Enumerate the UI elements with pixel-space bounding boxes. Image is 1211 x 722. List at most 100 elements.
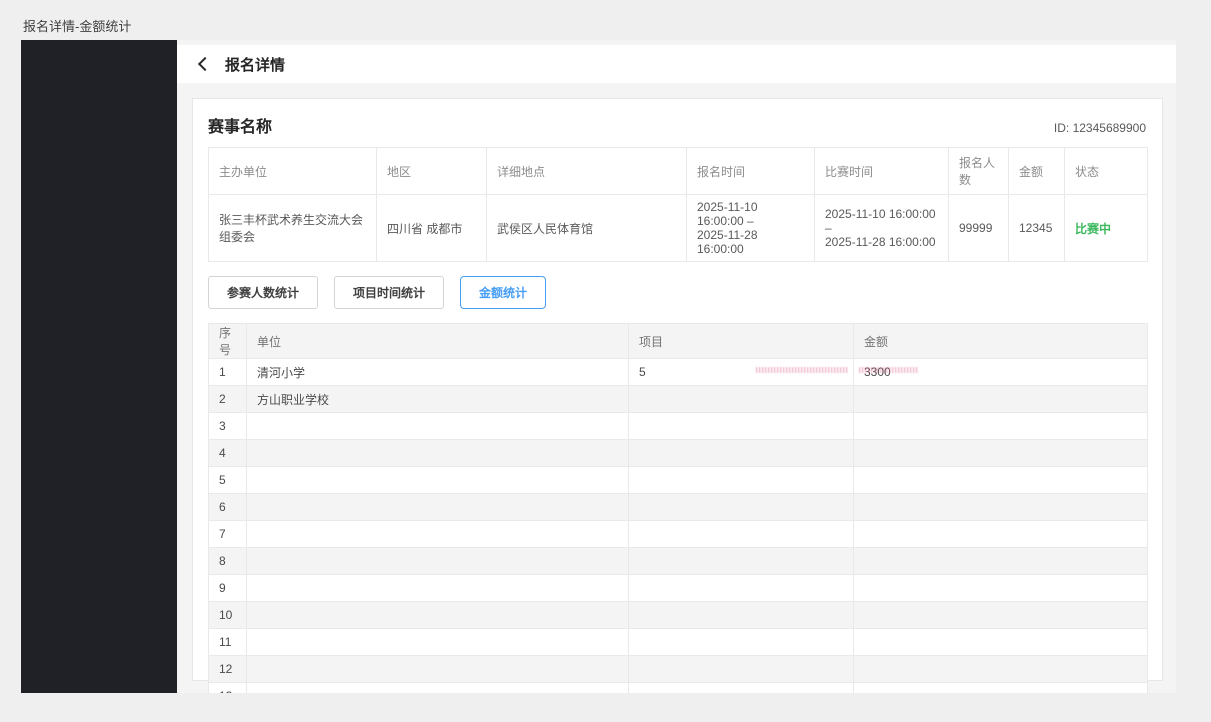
app-window: 报名详情 赛事名称 ID: 12345689900 主办单位 地区 详细地点 xyxy=(21,40,1176,693)
stats-cell-project xyxy=(629,683,854,694)
chevron-left-icon xyxy=(198,57,212,71)
tab-project-time-stats[interactable]: 项目时间统计 xyxy=(334,276,444,309)
topbar-title: 报名详情 xyxy=(225,54,285,75)
match-time-line2: 2025-11-28 16:00:00 xyxy=(825,235,938,249)
amount-cell: 12345 xyxy=(1009,195,1065,262)
stats-cell-amount xyxy=(854,467,1148,494)
match-time-line1: 2025-11-10 16:00:00 – xyxy=(825,207,938,235)
stats-cell-amount xyxy=(854,683,1148,694)
main-content: 报名详情 赛事名称 ID: 12345689900 主办单位 地区 详细地点 xyxy=(177,40,1176,693)
stats-table-row: 10 xyxy=(209,602,1148,629)
stats-cell-project xyxy=(629,413,854,440)
region-cell: 四川省 成都市 xyxy=(377,195,487,262)
topbar: 报名详情 xyxy=(177,45,1176,83)
stats-cell-no: 6 xyxy=(209,494,247,521)
stats-cell-no: 3 xyxy=(209,413,247,440)
back-button[interactable] xyxy=(197,57,211,71)
stats-cell-project xyxy=(629,386,854,413)
event-detail-card: 赛事名称 ID: 12345689900 主办单位 地区 详细地点 报名时间 比… xyxy=(192,98,1163,681)
stats-table-body: 1清河小学533002方山职业学校345678910111213 xyxy=(209,359,1148,694)
tab-amount-stats[interactable]: 金额统计 xyxy=(460,276,546,309)
sidebar xyxy=(21,40,177,693)
stats-cell-no: 10 xyxy=(209,602,247,629)
stats-table-row: 13 xyxy=(209,683,1148,694)
stats-table-row: 12 xyxy=(209,656,1148,683)
stats-table-row: 2方山职业学校 xyxy=(209,386,1148,413)
col-unit: 单位 xyxy=(247,324,629,359)
col-status: 状态 xyxy=(1065,148,1148,195)
stats-cell-unit xyxy=(247,683,629,694)
stats-cell-project xyxy=(629,494,854,521)
stats-cell-unit xyxy=(247,467,629,494)
stats-cell-project xyxy=(629,602,854,629)
signup-count-cell: 99999 xyxy=(949,195,1009,262)
stats-cell-unit xyxy=(247,656,629,683)
event-id: ID: 12345689900 xyxy=(1054,121,1146,135)
stats-cell-amount xyxy=(854,386,1148,413)
info-data-row: 张三丰杯武术养生交流大会组委会 四川省 成都市 武侯区人民体育馆 2025-11… xyxy=(209,195,1148,262)
stats-cell-no: 9 xyxy=(209,575,247,602)
stats-cell-no: 1 xyxy=(209,359,247,386)
event-name-title: 赛事名称 xyxy=(208,113,272,137)
col-signup-time: 报名时间 xyxy=(687,148,815,195)
col-organizer: 主办单位 xyxy=(209,148,377,195)
col-index: 序号 xyxy=(209,324,247,359)
stats-cell-no: 13 xyxy=(209,683,247,694)
stats-cell-project xyxy=(629,467,854,494)
stats-cell-project xyxy=(629,548,854,575)
stats-cell-project xyxy=(629,521,854,548)
stats-cell-unit xyxy=(247,548,629,575)
stats-cell-unit xyxy=(247,575,629,602)
stats-cell-amount xyxy=(854,413,1148,440)
stats-table-row: 9 xyxy=(209,575,1148,602)
stats-cell-unit xyxy=(247,602,629,629)
col-project: 项目 xyxy=(629,324,854,359)
stats-cell-amount xyxy=(854,521,1148,548)
stats-table-row: 7 xyxy=(209,521,1148,548)
stats-table-container: 序号 单位 项目 金额 1清河小学533002方山职业学校34567891011… xyxy=(208,323,1146,693)
stats-cell-no: 2 xyxy=(209,386,247,413)
stats-table-row: 5 xyxy=(209,467,1148,494)
stats-cell-amount xyxy=(854,548,1148,575)
page-title: 报名详情-金额统计 xyxy=(23,16,131,35)
col-row-amount: 金额 xyxy=(854,324,1148,359)
stats-cell-amount: 3300 xyxy=(854,359,1148,386)
stats-table-row: 6 xyxy=(209,494,1148,521)
stats-table-row: 11 xyxy=(209,629,1148,656)
stats-cell-no: 5 xyxy=(209,467,247,494)
stats-cell-no: 8 xyxy=(209,548,247,575)
stats-cell-no: 7 xyxy=(209,521,247,548)
stats-cell-amount xyxy=(854,440,1148,467)
stats-cell-project: 5 xyxy=(629,359,854,386)
signup-time-cell: 2025-11-10 16:00:00 – 2025-11-28 16:00:0… xyxy=(687,195,815,262)
stat-tabs: 参赛人数统计 项目时间统计 金额统计 xyxy=(208,276,1146,309)
card-header: 赛事名称 ID: 12345689900 xyxy=(208,113,1146,137)
stats-header-row: 序号 单位 项目 金额 xyxy=(209,324,1148,359)
stats-cell-unit xyxy=(247,521,629,548)
col-amount: 金额 xyxy=(1009,148,1065,195)
organizer-cell: 张三丰杯武术养生交流大会组委会 xyxy=(209,195,377,262)
stats-cell-amount xyxy=(854,656,1148,683)
stats-cell-amount xyxy=(854,494,1148,521)
tab-participant-count-stats[interactable]: 参赛人数统计 xyxy=(208,276,318,309)
stats-cell-unit xyxy=(247,629,629,656)
stats-cell-unit: 方山职业学校 xyxy=(247,386,629,413)
stats-cell-amount xyxy=(854,602,1148,629)
stats-cell-no: 12 xyxy=(209,656,247,683)
stats-cell-unit: 清河小学 xyxy=(247,359,629,386)
stats-cell-amount xyxy=(854,575,1148,602)
stats-table-row: 3 xyxy=(209,413,1148,440)
match-time-cell: 2025-11-10 16:00:00 – 2025-11-28 16:00:0… xyxy=(815,195,949,262)
address-cell: 武侯区人民体育馆 xyxy=(487,195,687,262)
stats-cell-project xyxy=(629,440,854,467)
stats-cell-project xyxy=(629,656,854,683)
stats-table-row: 8 xyxy=(209,548,1148,575)
stats-cell-unit xyxy=(247,494,629,521)
signup-time-line1: 2025-11-10 16:00:00 – xyxy=(697,200,804,228)
stats-cell-no: 4 xyxy=(209,440,247,467)
stats-cell-project xyxy=(629,629,854,656)
stats-cell-no: 11 xyxy=(209,629,247,656)
col-region: 地区 xyxy=(377,148,487,195)
stats-cell-project xyxy=(629,575,854,602)
amount-stats-table: 序号 单位 项目 金额 1清河小学533002方山职业学校34567891011… xyxy=(208,323,1148,693)
